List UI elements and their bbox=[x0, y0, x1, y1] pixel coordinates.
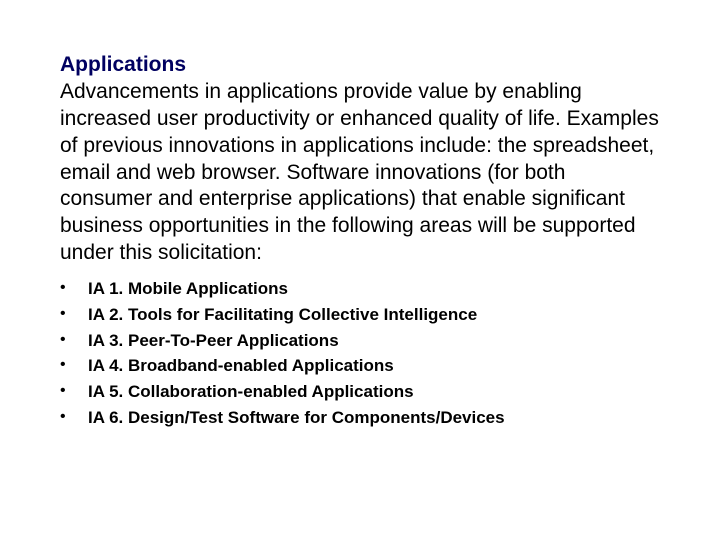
list-item: • IA 3. Peer-To-Peer Applications bbox=[60, 329, 660, 353]
list-item: • IA 4. Broadband-enabled Applications bbox=[60, 354, 660, 378]
list-item-label: IA 1. Mobile Applications bbox=[88, 277, 288, 301]
section-heading: Applications bbox=[60, 52, 660, 79]
bullet-icon: • bbox=[60, 380, 88, 402]
list-item: • IA 2. Tools for Facilitating Collectiv… bbox=[60, 303, 660, 327]
list-item-label: IA 2. Tools for Facilitating Collective … bbox=[88, 303, 477, 327]
bullet-icon: • bbox=[60, 406, 88, 428]
bullet-icon: • bbox=[60, 303, 88, 325]
list-item-label: IA 5. Collaboration-enabled Applications bbox=[88, 380, 414, 404]
list-item-label: IA 6. Design/Test Software for Component… bbox=[88, 406, 505, 430]
bullet-icon: • bbox=[60, 329, 88, 351]
list-item: • IA 6. Design/Test Software for Compone… bbox=[60, 406, 660, 430]
bullet-list: • IA 1. Mobile Applications • IA 2. Tool… bbox=[60, 277, 660, 430]
content-block: ApplicationsAdvancements in applications… bbox=[60, 52, 660, 267]
list-item-label: IA 3. Peer-To-Peer Applications bbox=[88, 329, 339, 353]
bullet-icon: • bbox=[60, 354, 88, 376]
bullet-icon: • bbox=[60, 277, 88, 299]
list-item: • IA 5. Collaboration-enabled Applicatio… bbox=[60, 380, 660, 404]
intro-paragraph: Advancements in applications provide val… bbox=[60, 79, 660, 267]
list-item-label: IA 4. Broadband-enabled Applications bbox=[88, 354, 394, 378]
list-item: • IA 1. Mobile Applications bbox=[60, 277, 660, 301]
